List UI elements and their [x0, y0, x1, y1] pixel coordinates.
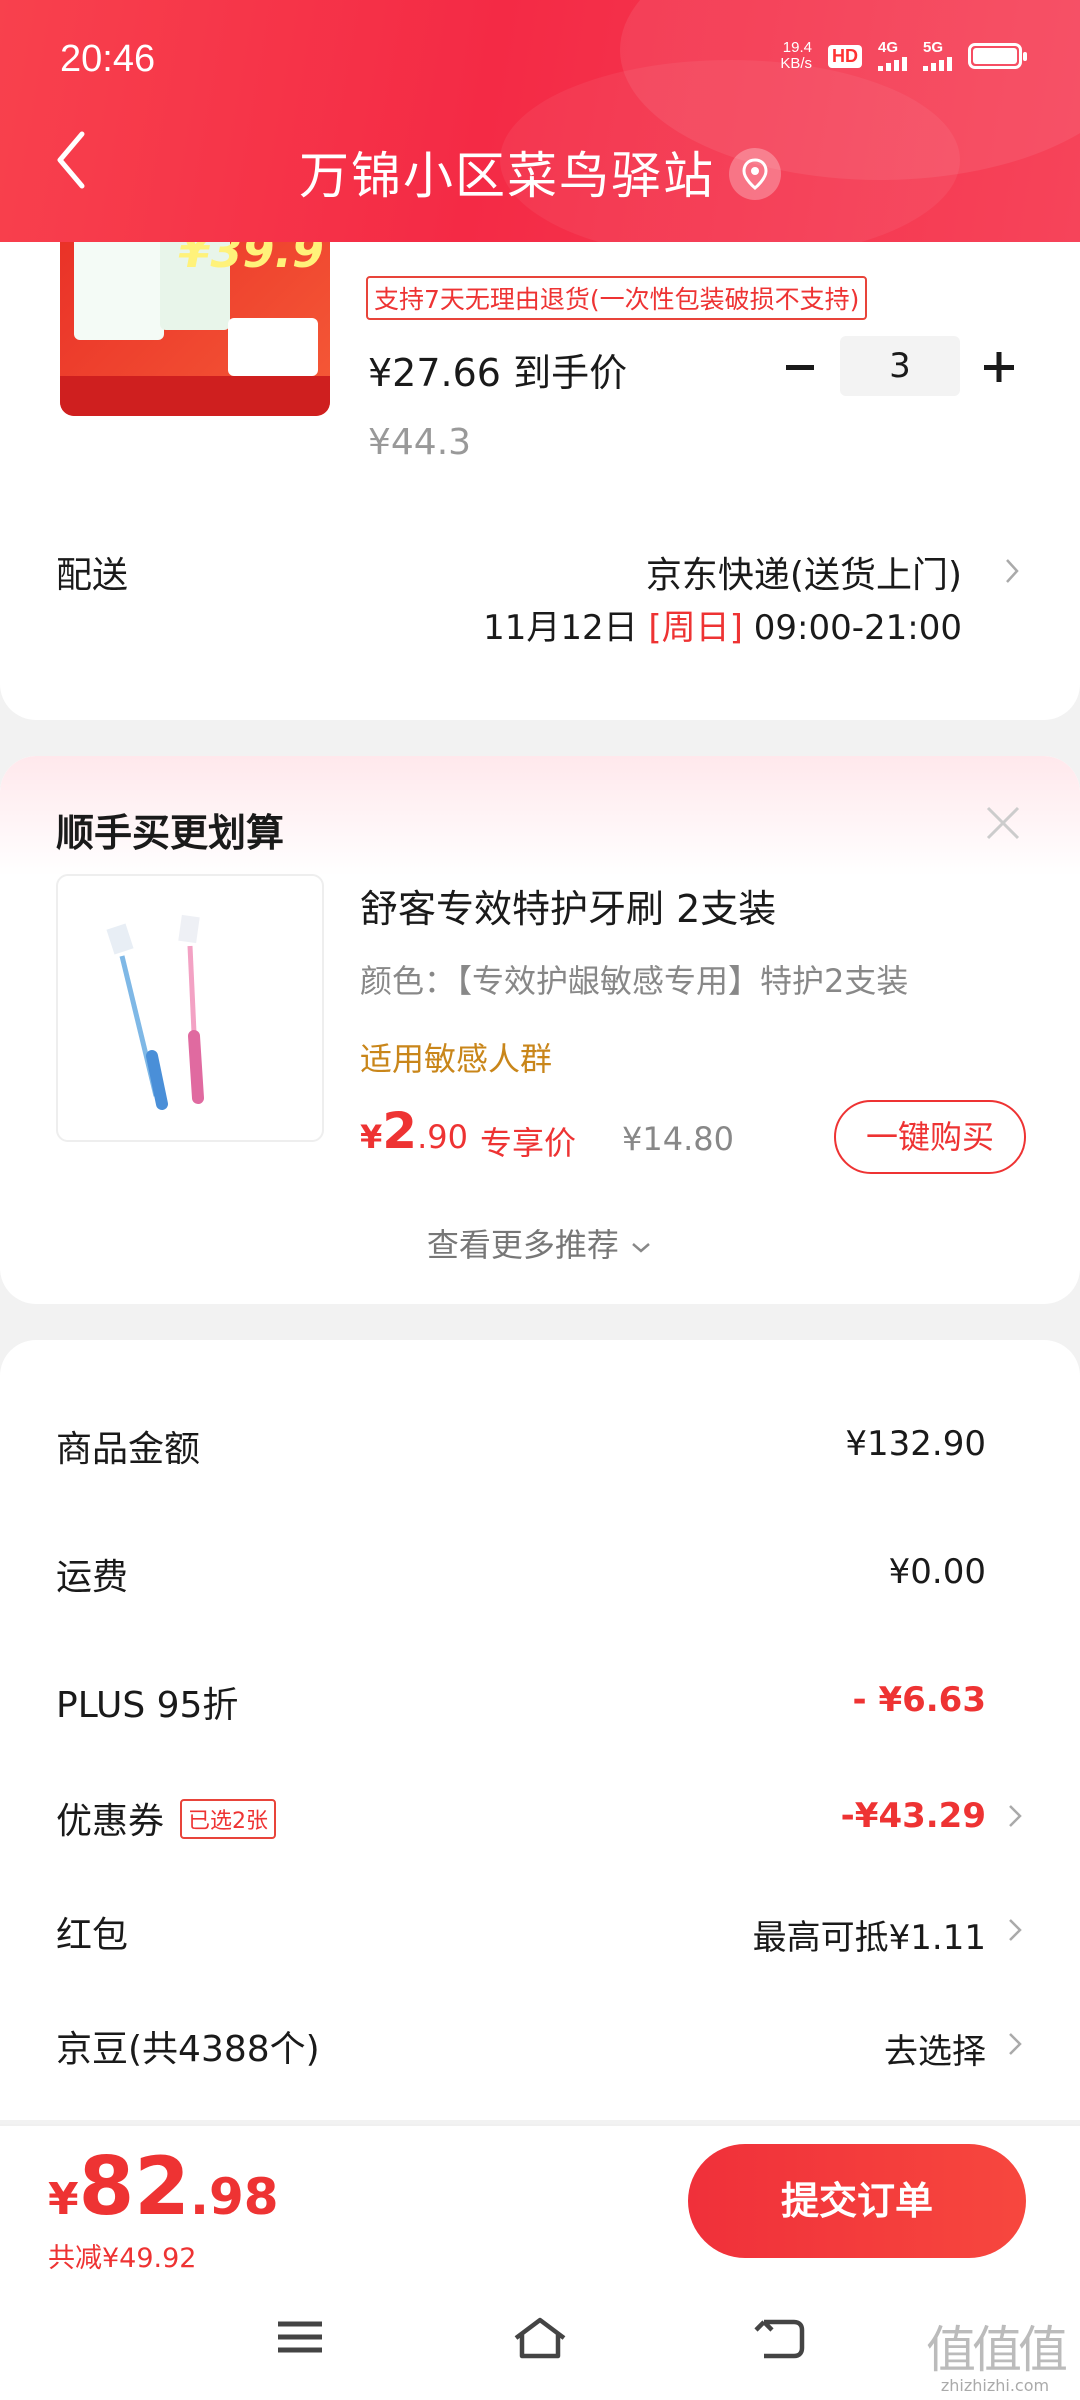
- signal-4g-icon: 4G: [878, 40, 907, 71]
- watermark: 值值值 zhizhizhi.com: [926, 2321, 1068, 2395]
- product-price: ¥27.66 到手价: [368, 351, 628, 395]
- quantity-minus-button[interactable]: [780, 344, 828, 392]
- checkout-bar: ¥82.98 共减¥49.92 提交订单: [0, 2124, 1080, 2274]
- signal-5g-icon: 5G: [923, 40, 952, 71]
- quantity-plus-button[interactable]: [976, 344, 1024, 392]
- delivery-method[interactable]: 京东快递(送货上门): [646, 546, 962, 598]
- recommend-original-price: ¥14.80: [622, 1120, 734, 1158]
- return-policy-tag: 支持7天无理由退货(一次性包装破损不支持): [366, 276, 868, 320]
- recommend-product-name[interactable]: 舒客专效特护牙刷 2支装: [360, 878, 776, 933]
- header: 20:46 19.4 KB/s HD 4G 5G 万锦小区菜鸟驿站: [0, 0, 1080, 242]
- recommend-title: 顺手买更划算: [56, 811, 285, 855]
- submit-order-button[interactable]: 提交订单: [688, 2144, 1026, 2258]
- coupon-row[interactable]: 优惠券 已选2张 -¥43.29: [56, 1792, 1024, 1852]
- total-saved: 共减¥49.92: [48, 2243, 197, 2274]
- plus-discount-row: PLUS 95折 - ¥6.63: [56, 1680, 987, 1726]
- one-click-buy-button[interactable]: 一键购买: [834, 1100, 1026, 1174]
- system-nav-bar: [0, 2274, 1080, 2400]
- goods-amount-value: ¥132.90: [845, 1424, 986, 1464]
- quantity-input[interactable]: 3: [840, 336, 960, 396]
- page-title: 万锦小区菜鸟驿站: [0, 136, 1080, 208]
- goods-amount-row: 商品金额 ¥132.90: [56, 1424, 986, 1470]
- battery-icon: [968, 43, 1027, 69]
- toothbrush-image: [106, 914, 204, 1110]
- hd-icon: HD: [828, 44, 862, 68]
- recommend-card: 顺手买更划算 舒客专效特护牙刷 2支装 颜色：【专效护龈敏感专用】特护2支装 适…: [0, 756, 1080, 1304]
- chevron-down-icon: [632, 1243, 650, 1253]
- more-recommendations-link[interactable]: 查看更多推荐: [0, 1220, 1080, 1266]
- order-summary-card: 商品金额 ¥132.90 运费 ¥0.00 PLUS 95折 - ¥6.63 优…: [0, 1340, 1080, 2120]
- back-nav-icon[interactable]: [750, 2312, 810, 2362]
- chevron-right-icon: [1009, 1805, 1022, 1827]
- location-pin-icon[interactable]: [729, 147, 781, 200]
- coupon-value: -¥43.29: [840, 1796, 986, 1836]
- coupon-selected-tag: 已选2张: [180, 1799, 277, 1839]
- recommend-product-tag: 适用敏感人群: [360, 1040, 553, 1078]
- exclusive-price-label: 专享价: [480, 1124, 577, 1162]
- home-icon[interactable]: [510, 2312, 570, 2362]
- shipping-row: 运费 ¥0.00: [56, 1552, 986, 1598]
- product-original-price: ¥44.3: [368, 422, 472, 463]
- chevron-right-icon: [1009, 1919, 1022, 1941]
- close-icon[interactable]: [982, 802, 1024, 844]
- recommend-price: ¥2.90: [360, 1102, 468, 1160]
- recommend-product-spec: 颜色：【专效护龈敏感专用】特护2支装: [360, 962, 909, 1000]
- chevron-right-icon: [1009, 2033, 1022, 2055]
- shipping-value: ¥0.00: [888, 1552, 986, 1592]
- jd-bean-value: 去选择: [884, 2032, 986, 2072]
- status-icons: 19.4 KB/s HD 4G 5G: [780, 39, 1027, 72]
- plus-discount-value: - ¥6.63: [852, 1680, 987, 1720]
- network-speed: 19.4 KB/s: [780, 39, 812, 72]
- red-packet-value: 最高可抵¥1.11: [752, 1918, 986, 1958]
- chevron-right-icon[interactable]: [1002, 556, 1022, 586]
- delivery-time: 11月12日 [周日] 09:00-21:00: [483, 608, 962, 648]
- delivery-label: 配送: [56, 555, 129, 596]
- total-price: ¥82.98: [48, 2140, 279, 2233]
- jd-bean-row[interactable]: 京豆(共4388个) 去选择: [56, 2020, 1024, 2080]
- product-card: ¥39.9 支持7天无理由退货(一次性包装破损不支持) ¥27.66 到手价 ¥…: [0, 200, 1080, 720]
- recommend-product-image[interactable]: [56, 874, 324, 1142]
- status-time: 20:46: [60, 38, 156, 80]
- menu-icon[interactable]: [270, 2312, 330, 2362]
- product-thumbnail[interactable]: ¥39.9: [60, 220, 330, 416]
- red-packet-row[interactable]: 红包 最高可抵¥1.11: [56, 1906, 1024, 1966]
